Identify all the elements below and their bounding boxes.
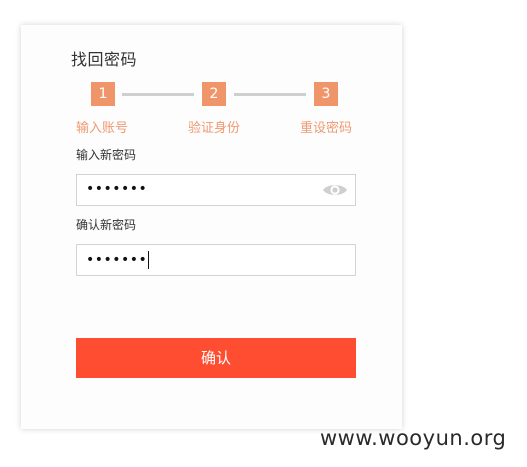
new-password-label: 输入新密码 <box>76 148 137 162</box>
step-1-label: 输入账号 <box>76 121 129 136</box>
eye-icon[interactable] <box>322 182 348 198</box>
step-connector-1 <box>122 93 194 96</box>
new-password-value: ••••••• <box>86 181 148 197</box>
confirm-button[interactable]: 确认 <box>76 338 356 378</box>
confirm-password-label: 确认新密码 <box>76 218 137 232</box>
reset-password-card: 找回密码 1 2 3 输入账号 验证身份 重设密码 输入新密码 ••••••• … <box>21 25 402 429</box>
step-3-label: 重设密码 <box>300 121 353 136</box>
confirm-password-field[interactable]: ••••••• <box>76 244 356 276</box>
step-1-number: 1 <box>91 82 115 106</box>
new-password-field[interactable]: ••••••• <box>76 174 356 206</box>
step-connector-2 <box>234 93 306 96</box>
watermark: www.wooyun.org <box>320 426 507 450</box>
text-caret <box>148 251 150 269</box>
page-title: 找回密码 <box>71 50 138 69</box>
step-2-number: 2 <box>202 82 226 106</box>
step-3-number: 3 <box>314 82 338 106</box>
confirm-password-value: ••••••• <box>86 252 148 268</box>
step-2-label: 验证身份 <box>188 121 241 136</box>
